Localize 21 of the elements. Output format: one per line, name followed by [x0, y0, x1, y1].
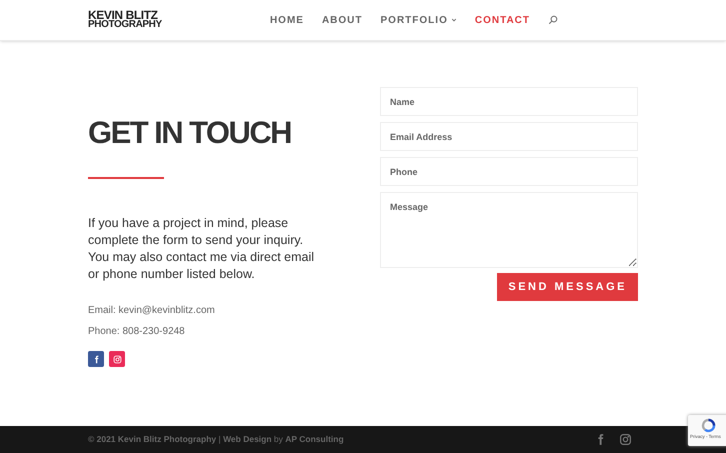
nav-link[interactable]: ABOUT	[322, 12, 363, 28]
instagram-icon	[619, 433, 632, 446]
send-message-button[interactable]: SEND MESSAGE	[497, 273, 638, 301]
input-field[interactable]: Name	[380, 87, 638, 116]
search-icon[interactable]	[548, 15, 558, 25]
nav-link[interactable]: PORTFOLIO	[380, 12, 457, 28]
recaptcha-icon	[700, 417, 716, 434]
intro-text: If you have a project in mind, please complete the form to send your inquiry. You may also contact me via direct email or phone number listed below.	[88, 215, 316, 283]
input-field[interactable]: Email Address	[380, 122, 638, 151]
email-text: Email: kevin@kevinblitz.com	[88, 304, 216, 318]
instagram-button[interactable]	[109, 351, 125, 367]
logo[interactable]: KEVIN BLITZ PHOTOGRAPHY	[88, 11, 162, 29]
nav-link[interactable]: CONTACT	[474, 12, 530, 28]
message-field[interactable]: Message	[380, 192, 638, 268]
page-title: GET IN TOUCH	[88, 114, 292, 152]
nav-link[interactable]: HOME	[270, 12, 304, 28]
instagram-icon	[112, 354, 122, 364]
phone-text: Phone: 808-230-9248	[88, 325, 186, 339]
input-field[interactable]: Phone	[380, 157, 638, 186]
facebook-button[interactable]	[88, 351, 104, 367]
footer-credits: © 2021 Kevin Blitz Photography | Web Design by AP Consulting	[88, 433, 344, 446]
